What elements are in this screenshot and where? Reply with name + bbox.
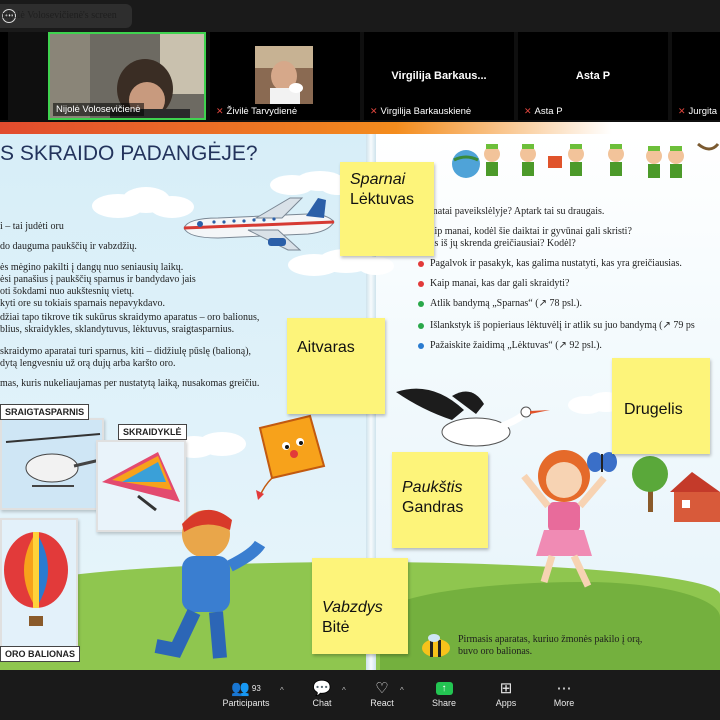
footnote-line: Pirmasis aparatas, kuriuo žmonės pakilo … (458, 634, 643, 645)
sticky-line: Lėktuvas (350, 191, 415, 208)
text-line: ėsi panašius į paukščių sparnus ir bandy… (0, 274, 196, 285)
more-button[interactable]: ⋯ More (534, 678, 594, 708)
more-icon: ⋯ (556, 680, 572, 697)
participant-name: ✕ Asta P (521, 105, 566, 118)
bullet-dot (418, 261, 424, 267)
participant-tile-nijole[interactable]: Nijolė Volosevičienė (48, 32, 206, 120)
bullet-text: Kaip manai, kas dar gali skraidyti? (430, 278, 570, 289)
sticky-line: Bitė (322, 619, 350, 636)
children-illustration (452, 142, 720, 178)
chevron-up-icon[interactable]: ^ (400, 686, 404, 695)
text-line: skraidymo aparatai turi sparnus, kiti – … (0, 346, 252, 357)
mic-muted-icon: ✕ (524, 106, 532, 116)
sticky-note[interactable]: Vabzdys Bitė (312, 558, 408, 654)
bee-illustration (422, 634, 450, 657)
tree-house-illustration (632, 456, 720, 522)
participant-name: ✕ Virgilija Barkauskienė (367, 105, 475, 118)
text-line: do dauguma paukščių ir vabzdžių. (0, 241, 137, 252)
text-line: džiai tapo tikrove tik sukūrus skraidymo… (0, 312, 260, 323)
chat-label: Chat (312, 698, 332, 708)
participants-label: Participants (222, 698, 270, 708)
participants-button[interactable]: 👥 93 Participants (216, 678, 276, 708)
chat-icon: 💬 (312, 680, 332, 697)
sticky-line: Aitvaras (297, 339, 355, 356)
apps-icon: ⊞ (499, 680, 513, 697)
participants-icon: 👥 (231, 680, 250, 697)
participant-tile-virgilija[interactable]: Virgilija Barkaus... ✕ Virgilija Barkausk… (364, 32, 514, 120)
text-line: ės mėgino pakilti į dangų nuo seniausių … (0, 262, 184, 273)
bullet-text: Atlik bandymą „Sparnas“ (↗ 78 psl.). (430, 298, 582, 309)
boy-illustration (154, 509, 266, 659)
bullet-text: Pažaiskite žaidimą „Lėktuvas“ (↗ 92 psl.… (430, 340, 602, 351)
text-line: kyti ore su tokiais sparnais nepavykdavo… (0, 298, 165, 309)
participant-display-name: Asta P (575, 70, 611, 82)
sticky-line: Paukštis (402, 479, 463, 496)
sticky-line: Gandras (402, 499, 464, 516)
text-line: mas, kuris nukeliaujamas per nustatytą l… (0, 378, 260, 389)
participant-tile-asta[interactable]: Asta P ✕ Asta P (518, 32, 668, 120)
chevron-up-icon[interactable]: ^ (342, 686, 346, 695)
mic-muted-icon: ✕ (216, 106, 224, 116)
participant-tile-jurgita[interactable]: ✕ Jurgita (672, 32, 720, 120)
text-line: i – tai judėti oru (0, 221, 64, 232)
text-line: blius, skraidykles, sklandytuvus, lėktuv… (0, 324, 235, 335)
sticky-note[interactable]: Drugelis (612, 358, 710, 454)
balloon-photo (0, 518, 78, 648)
mic-muted-icon: ✕ (678, 106, 686, 116)
share-label: Share (431, 698, 457, 708)
share-button[interactable]: ↑ Share (414, 678, 474, 708)
sticky-note[interactable]: Aitvaras (287, 318, 385, 414)
sticky-line: Drugelis (624, 401, 683, 418)
sticky-line: Vabzdys (322, 599, 383, 616)
helicopter-photo (0, 418, 104, 510)
text-line: as iš jų skrenda greičiausiai? Kodėl? (430, 238, 576, 249)
airplane-illustration (183, 197, 335, 251)
screen-share-label: nijolė Volosevičienė's screen (2, 10, 117, 21)
mic-muted-icon: ✕ (370, 106, 378, 116)
bullet-text: Išlankstyk iš popieriaus lėktuvėlį ir at… (430, 320, 695, 331)
screen-share-bar[interactable]: nijolė Volosevičienė's screen ••• (0, 4, 132, 28)
bullet-dot (418, 323, 424, 329)
helicopter-image (5, 433, 101, 487)
text-line: oti šokdami nuo aukštesnių vietų. (0, 286, 135, 297)
text-line: matai paveikslėlyje? Aptark tai su draug… (430, 206, 605, 217)
sticky-note[interactable]: Sparnai Lėktuvas (340, 162, 434, 256)
kite-illustration (256, 414, 326, 500)
bullet-dot (418, 281, 424, 287)
apps-label: Apps (495, 698, 517, 708)
bullet-dot (418, 301, 424, 307)
helicopter-label: SRAIGTASPARNIS (0, 404, 90, 420)
participant-name: ✕ Jurgita (675, 105, 720, 118)
sticky-line: Sparnai (350, 171, 406, 188)
decorative-band (0, 122, 720, 134)
participant-tile-partial[interactable] (0, 32, 8, 120)
text-line: dytą lengvesniu už orą dujų arba karšto … (0, 358, 176, 369)
share-screen-icon: ↑ (435, 681, 453, 695)
bullet-text: Pagalvok ir pasakyk, kas galima nustatyt… (430, 258, 682, 269)
participant-display-name: Virgilija Barkaus... (391, 70, 487, 82)
heart-icon: ♡ (375, 680, 389, 697)
participant-name: Nijolė Volosevičienė (53, 103, 144, 116)
hangglider-label: SKRAIDYKLĖ (118, 424, 187, 440)
participant-name: ✕ Živilė Tarvydienė (213, 105, 301, 118)
participant-tile-zivile[interactable]: ✕ Živilė Tarvydienė (210, 32, 360, 120)
shared-screen-content: S SKRAIDO PADANGĖJE? i – tai judėti oru … (0, 122, 720, 670)
zoom-window: nijolė Volosevičienė's screen ••• Nijolė… (0, 0, 720, 720)
page-title: S SKRAIDO PADANGĖJE? (0, 142, 258, 165)
meeting-toolbar: 👥 93 Participants ^ 💬 Chat ^ ♡ React ^ ↑ … (0, 670, 720, 720)
more-label: More (553, 698, 575, 708)
participant-strip: Nijolė Volosevičienė ✕ Živilė Tarvydienė … (0, 32, 720, 122)
react-label: React (370, 698, 394, 708)
participant-count: 93 (251, 683, 261, 693)
chevron-up-icon[interactable]: ^ (280, 686, 284, 695)
footnote-line: buvo oro balionas. (458, 646, 533, 657)
apps-button[interactable]: ⊞ Apps (476, 678, 536, 708)
sticky-note[interactable]: Paukštis Gandras (392, 452, 488, 548)
balloon-image (4, 532, 68, 626)
text-line: aip manai, kodėl šie daiktai ir gyvūnai … (430, 226, 632, 237)
bullet-dot (418, 343, 424, 349)
balloon-label: ORO BALIONAS (0, 646, 81, 662)
